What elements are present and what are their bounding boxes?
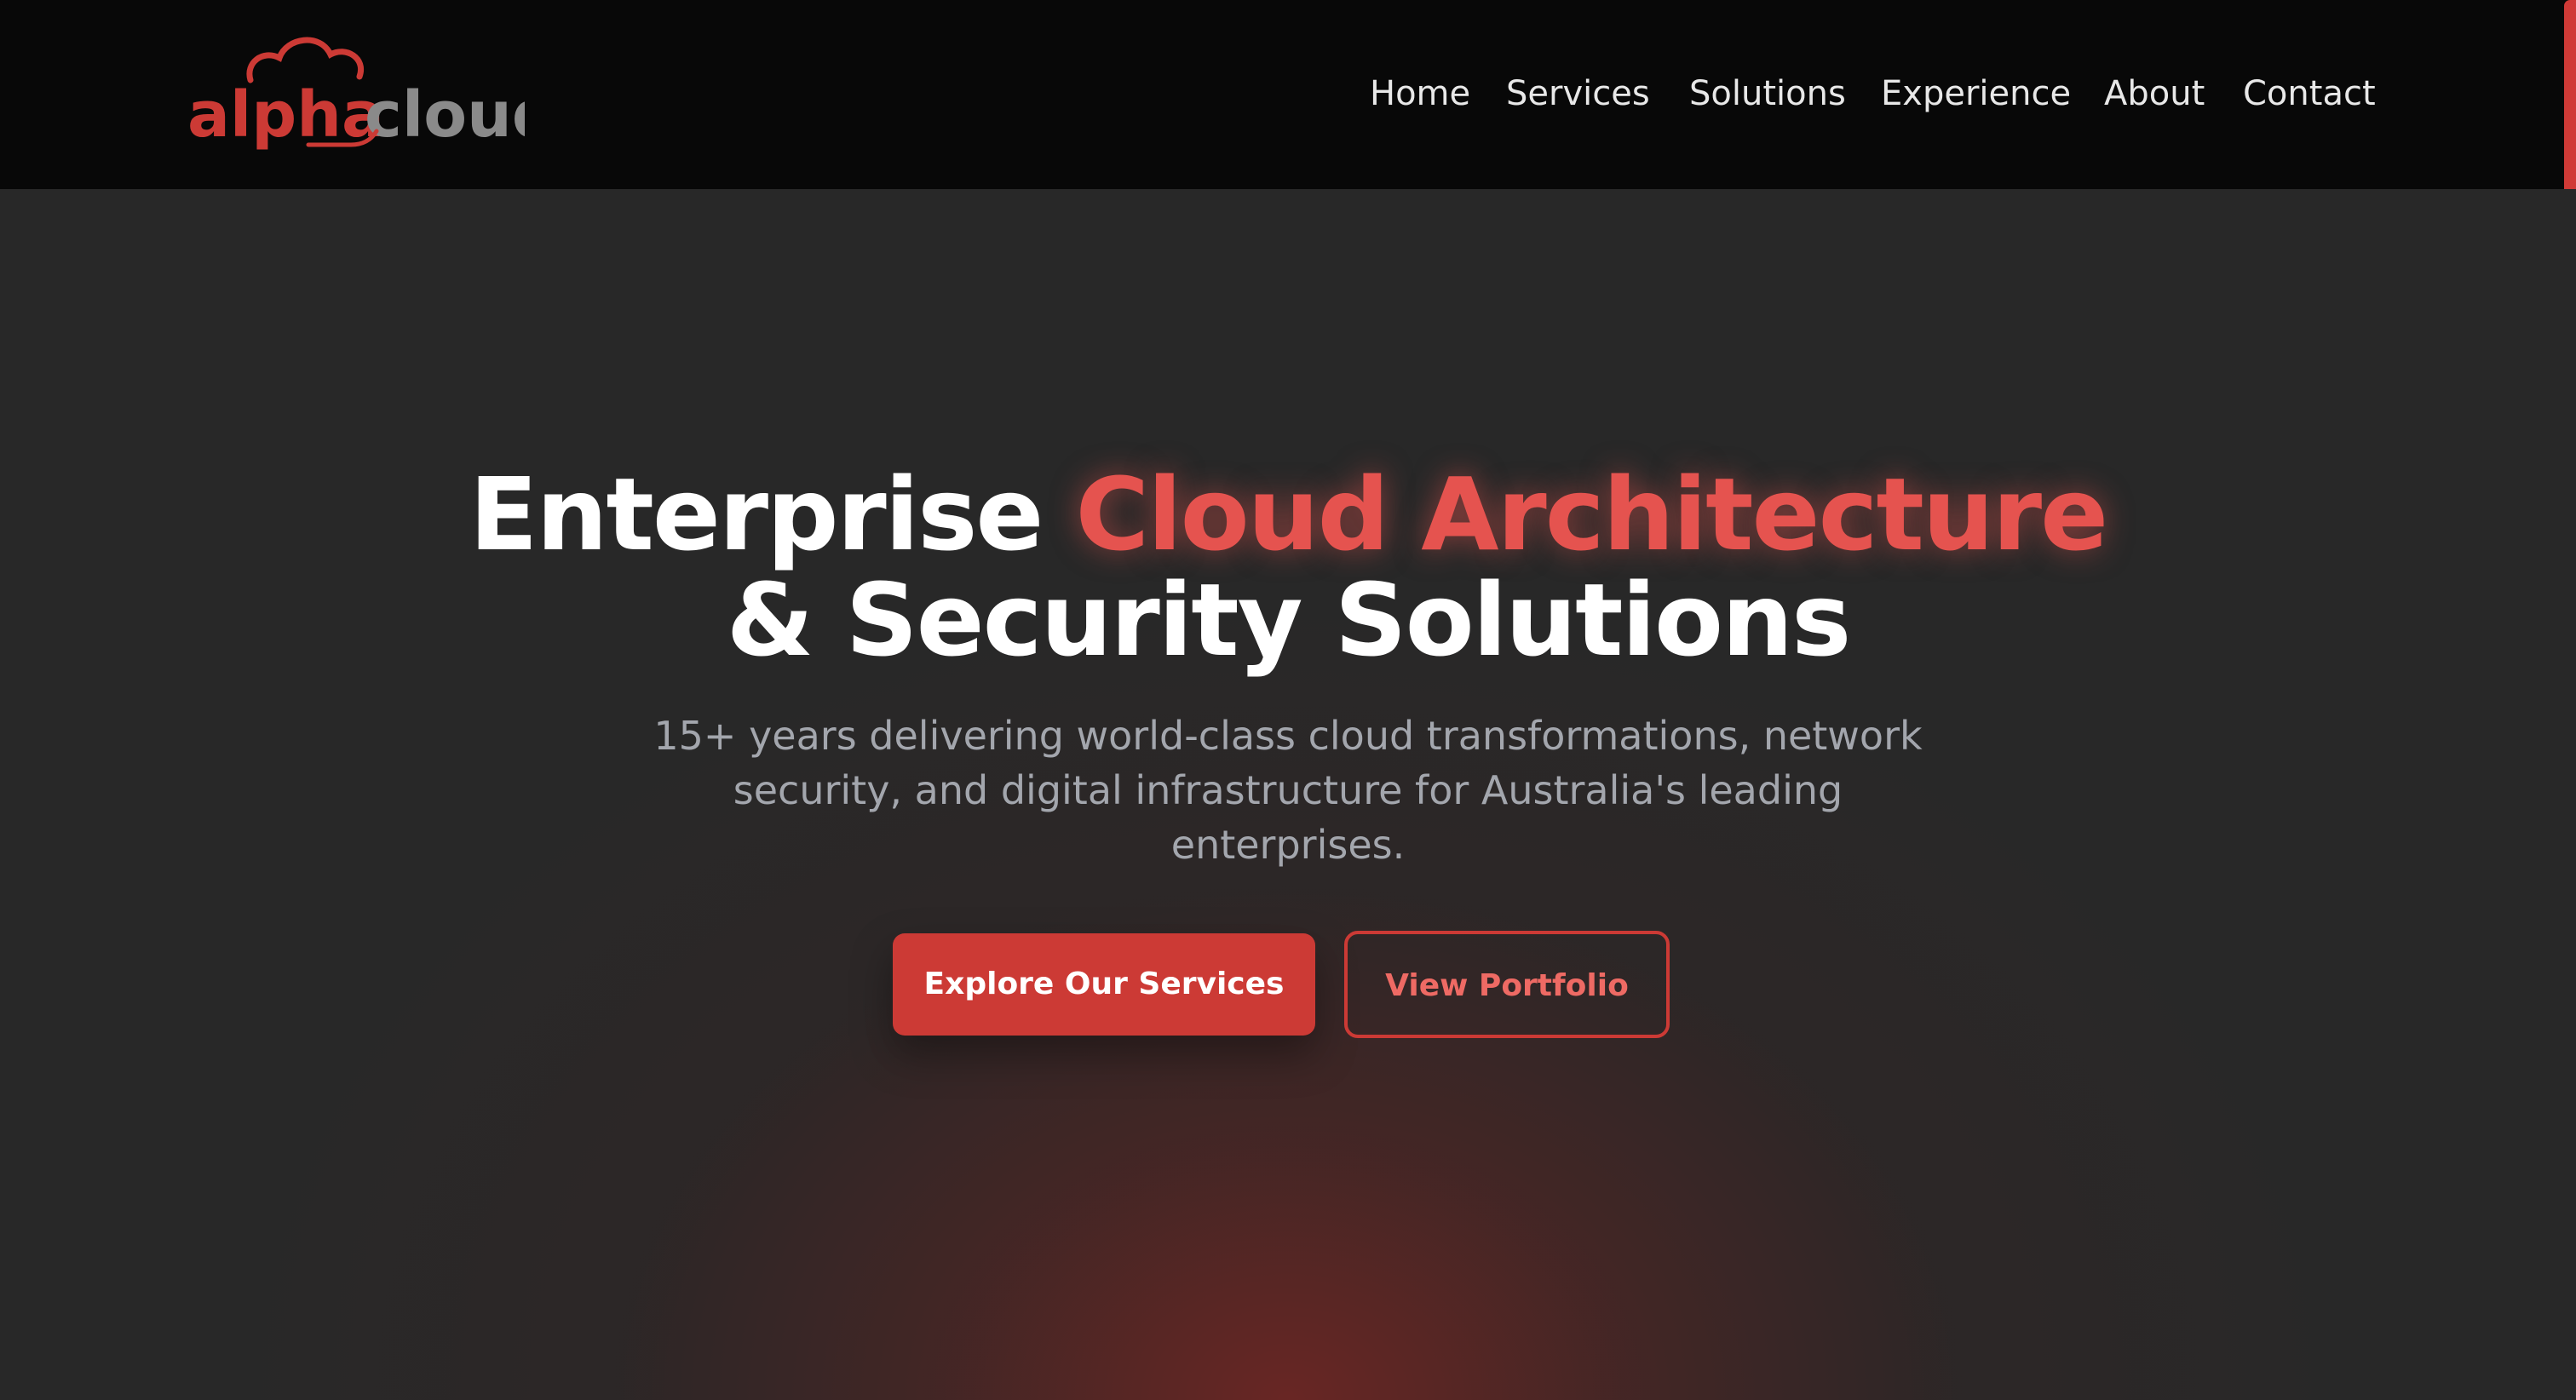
site-header: alpha cloud Home Services Solutions Expe… — [0, 0, 2576, 198]
headline-part1: Enterprise — [469, 456, 1076, 573]
logo[interactable]: alpha cloud — [184, 31, 557, 158]
scroll-indicator[interactable] — [2564, 0, 2576, 198]
headline-accent: Cloud Architecture — [1075, 456, 2109, 573]
nav-item-solutions[interactable]: Solutions — [1689, 60, 1846, 128]
hero-subtitle: 15+ years delivering world-class cloud t… — [653, 713, 1923, 868]
main-nav: Home Services Solutions Experience About… — [1329, 60, 2385, 128]
hero-section: Enterprise Cloud Architecture & Security… — [0, 189, 2576, 1400]
logo-alpha-text: alpha — [187, 78, 384, 152]
nav-item-experience[interactable]: Experience — [1881, 60, 2071, 128]
headline-part2: & Security Solutions — [726, 561, 1852, 679]
logo-wordmark: alpha cloud — [187, 37, 557, 152]
nav-item-services[interactable]: Services — [1506, 60, 1650, 128]
hero-headline: Enterprise Cloud Architecture & Security… — [351, 462, 2225, 673]
logo-cloud-text: cloud — [365, 78, 525, 152]
cloud-icon — [246, 37, 365, 83]
nav-item-about[interactable]: About — [2104, 60, 2205, 128]
nav-item-contact[interactable]: Contact — [2243, 60, 2376, 128]
view-portfolio-button[interactable]: View Portfolio — [1344, 931, 1670, 1038]
nav-item-home[interactable]: Home — [1370, 60, 1470, 128]
explore-services-button[interactable]: Explore Our Services — [893, 933, 1315, 1036]
